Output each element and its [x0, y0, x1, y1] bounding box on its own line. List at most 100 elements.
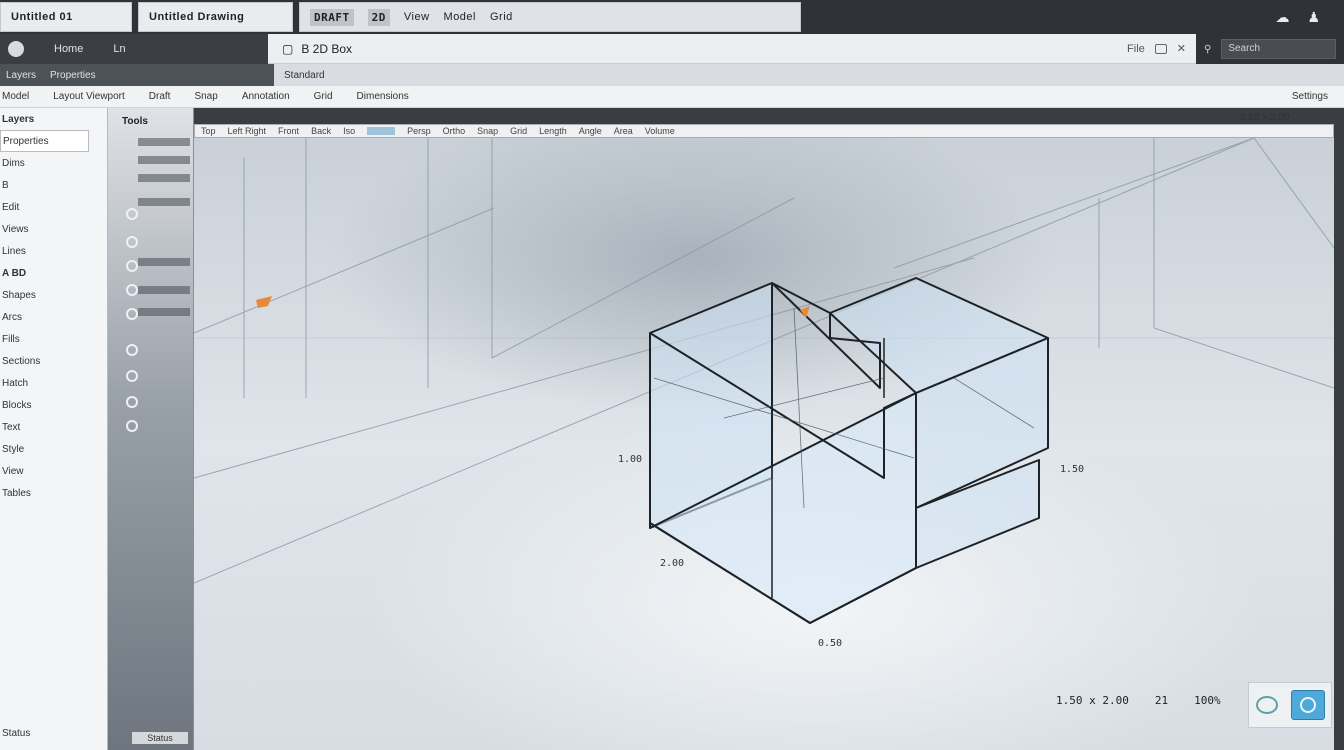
ruler-item[interactable]: Length [539, 126, 567, 136]
title-actions: ☁ ♟ [1275, 0, 1344, 34]
navigation-icon[interactable] [1290, 690, 1325, 720]
ribbon-item[interactable]: Model [2, 91, 29, 102]
model-menu[interactable]: Model [444, 11, 476, 23]
layers-button[interactable]: Layers [6, 70, 36, 81]
fit-icon[interactable] [126, 308, 138, 320]
ruler-item[interactable]: Top [201, 126, 216, 136]
ruler-item[interactable]: Left Right [228, 126, 267, 136]
left-rail: Home Ln [0, 34, 268, 64]
ribbon-item[interactable]: Layout Viewport [53, 91, 125, 102]
panel-footer: Status [2, 727, 31, 739]
list-item[interactable]: Hatch [0, 372, 107, 394]
rotate-icon[interactable] [126, 284, 138, 296]
ribbon-item[interactable]: Dimensions [357, 91, 409, 102]
grid-menu[interactable]: Grid [490, 11, 513, 23]
list-item[interactable]: Views [0, 218, 107, 240]
list-item[interactable]: A BD [0, 262, 107, 284]
ruler-item[interactable]: Grid [510, 126, 527, 136]
2d-button[interactable]: 2D [367, 8, 390, 26]
grid-icon[interactable] [126, 420, 138, 432]
ruler-item[interactable]: Snap [477, 126, 498, 136]
tool-row[interactable] [138, 308, 190, 316]
settings-button[interactable]: Settings [1292, 91, 1344, 102]
list-item[interactable]: Tables [0, 482, 107, 504]
tool-row[interactable] [138, 138, 190, 146]
search-area: ⚲ Search [1196, 34, 1344, 64]
dimension-label: 1.00 [618, 454, 643, 465]
list-item[interactable]: Shapes [0, 284, 107, 306]
tool-row[interactable] [138, 156, 190, 164]
list-item[interactable]: Text [0, 416, 107, 438]
orbit-icon[interactable] [1255, 696, 1278, 714]
view-ruler: Top Left Right Front Back Iso Persp Orth… [194, 124, 1334, 138]
draft-button[interactable]: DRAFT [310, 8, 354, 26]
navigation-widget [1248, 682, 1332, 728]
section-icon[interactable] [126, 344, 138, 356]
pan-icon[interactable] [126, 236, 138, 248]
ruler-item[interactable]: Persp [407, 126, 431, 136]
ribbon: Model Layout Viewport Draft Snap Annotat… [0, 86, 1344, 108]
cad-app: Untitled 01 Untitled Drawing DRAFT 2D Vi… [0, 0, 1344, 750]
ruler-item[interactable]: Ortho [443, 126, 466, 136]
ruler-highlight [367, 127, 396, 135]
logo-icon[interactable] [8, 41, 24, 57]
orbit-icon[interactable] [126, 208, 138, 220]
list-item[interactable]: Sections [0, 350, 107, 372]
tab-toolbar: DRAFT 2D View Model Grid [299, 2, 801, 32]
model-viewport[interactable]: 1.00 2.00 0.50 1.50 1.50 x 2.00 21 100% [194, 138, 1334, 750]
properties-button[interactable]: Properties [50, 70, 96, 81]
list-item-selected[interactable]: Properties [0, 130, 89, 152]
list-item[interactable]: Style [0, 438, 107, 460]
tab-label: Untitled Drawing [149, 11, 245, 23]
tab-file-2[interactable]: Untitled Drawing [138, 2, 293, 32]
list-item[interactable]: Edit [0, 196, 107, 218]
toolbar-primary: Layers Properties Standard [0, 64, 1344, 86]
file-menu[interactable]: File [1127, 43, 1145, 55]
user-icon[interactable]: ♟ [1307, 9, 1320, 26]
status-count: 21 [1154, 694, 1169, 707]
dimension-label: 2.00 [660, 558, 685, 569]
list-item[interactable]: Dims [0, 152, 107, 174]
list-item[interactable]: Blocks [0, 394, 107, 416]
tab-label: Untitled 01 [11, 11, 73, 23]
measure-icon[interactable] [126, 370, 138, 382]
ruler-item[interactable]: Iso [343, 126, 355, 136]
maximize-icon[interactable] [1154, 43, 1167, 54]
tool-row[interactable] [138, 258, 190, 266]
tool-row[interactable] [138, 286, 190, 294]
ribbon-item[interactable]: Draft [149, 91, 171, 102]
snap-icon[interactable] [126, 396, 138, 408]
list-item[interactable]: Fills [0, 328, 107, 350]
ruler-item[interactable]: Angle [579, 126, 602, 136]
list-item[interactable]: Arcs [0, 306, 107, 328]
view-menu[interactable]: View [404, 11, 430, 23]
close-icon[interactable]: ✕ [1177, 42, 1186, 55]
list-item[interactable]: View [0, 460, 107, 482]
ribbon-item[interactable]: Grid [314, 91, 333, 102]
dimension-label: 1.50 [1060, 464, 1085, 475]
tool-row[interactable] [138, 198, 190, 206]
list-item[interactable]: Lines [0, 240, 107, 262]
search-input[interactable]: Search [1221, 39, 1336, 59]
standard-button[interactable]: Standard [284, 70, 325, 81]
ruler-item[interactable]: Area [614, 126, 633, 136]
coordinate-readout: 2.50 x 2.00 [1240, 112, 1290, 123]
list-item[interactable]: Layers [0, 108, 107, 130]
list-item[interactable]: B [0, 174, 107, 196]
ruler-item[interactable]: Volume [645, 126, 675, 136]
zoom-icon[interactable] [126, 260, 138, 272]
ruler-item[interactable]: Back [311, 126, 331, 136]
doc-icon: ▢ [282, 41, 294, 56]
ruler-item[interactable]: Front [278, 126, 299, 136]
document-header: ▢ B 2D Box File ✕ [268, 34, 1196, 64]
ribbon-item[interactable]: Snap [194, 91, 217, 102]
ribbon-item[interactable]: Annotation [242, 91, 290, 102]
tool-palette-header: Tools [122, 116, 148, 127]
cloud-icon[interactable]: ☁ [1275, 9, 1289, 26]
tab-file-1[interactable]: Untitled 01 [0, 2, 132, 32]
rail-line[interactable]: Ln [113, 43, 125, 55]
tool-palette-footer: Status [132, 732, 188, 744]
rail-home[interactable]: Home [54, 43, 83, 55]
properties-panel: Layers Properties Dims B Edit Views Line… [0, 108, 108, 750]
tool-row[interactable] [138, 174, 190, 182]
